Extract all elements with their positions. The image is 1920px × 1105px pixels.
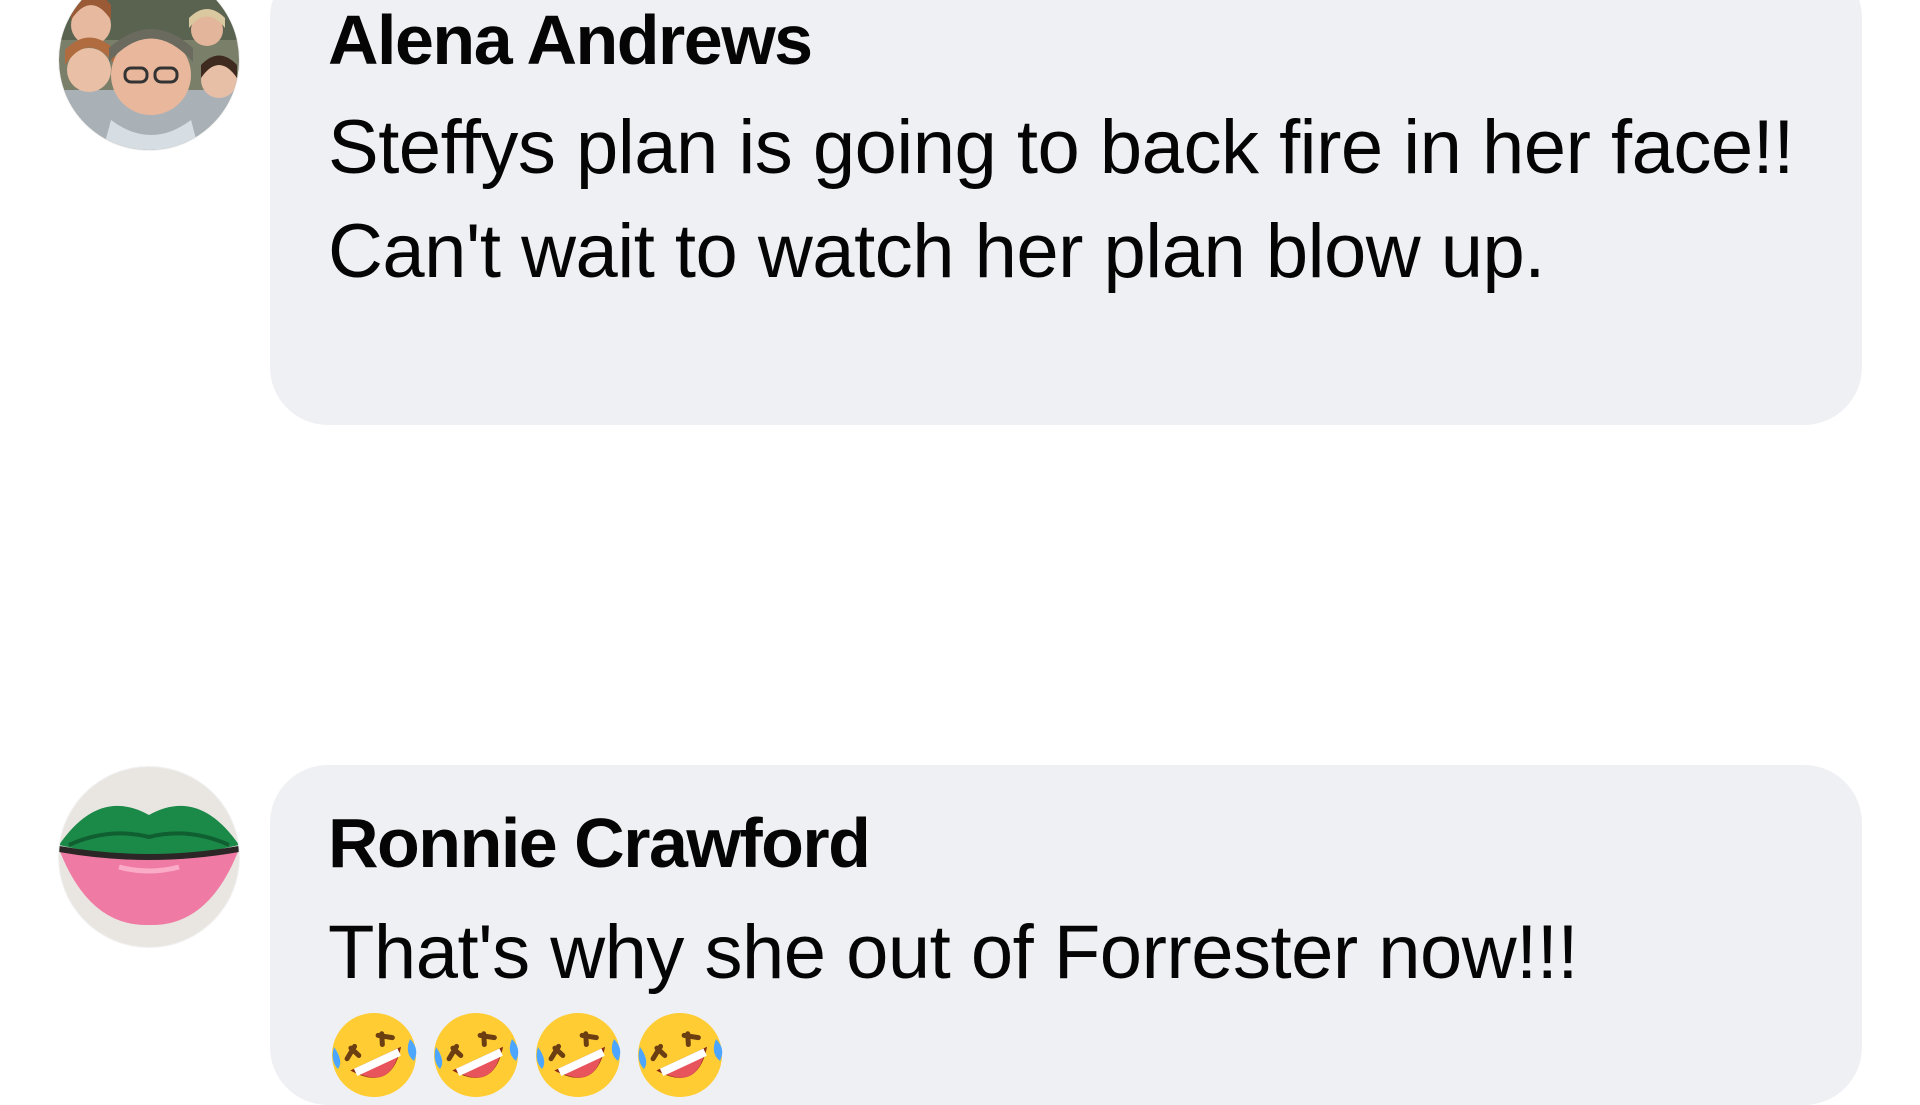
- family-photo-avatar-icon: [59, 0, 239, 150]
- rolling-on-floor-laughing-emoji-icon: [434, 1013, 519, 1097]
- comment-author[interactable]: Alena Andrews: [328, 0, 1802, 82]
- comment-item: Ronnie Crawford That's why she out of Fo…: [0, 764, 1920, 1105]
- rolling-on-floor-laughing-emoji-icon: [332, 1013, 417, 1097]
- comment-bubble: Ronnie Crawford That's why she out of Fo…: [270, 765, 1862, 1105]
- avatar[interactable]: [59, 0, 239, 150]
- rolling-on-floor-laughing-emoji-icon: [536, 1013, 621, 1097]
- comment-bubble: Alena Andrews Steffys plan is going to b…: [270, 0, 1862, 425]
- avatar[interactable]: [59, 767, 239, 947]
- comment-text: That's why she out of Forrester now!!!: [328, 910, 1579, 995]
- comment-text: Steffys plan is going to back fire in he…: [328, 105, 1794, 294]
- emoji-row: [328, 1009, 1802, 1101]
- rolling-on-floor-laughing-emoji-icon: [638, 1013, 723, 1097]
- comment-item: Alena Andrews Steffys plan is going to b…: [0, 0, 1920, 430]
- green-pink-lips-avatar-icon: [59, 767, 239, 947]
- comment-author[interactable]: Ronnie Crawford: [328, 801, 1802, 885]
